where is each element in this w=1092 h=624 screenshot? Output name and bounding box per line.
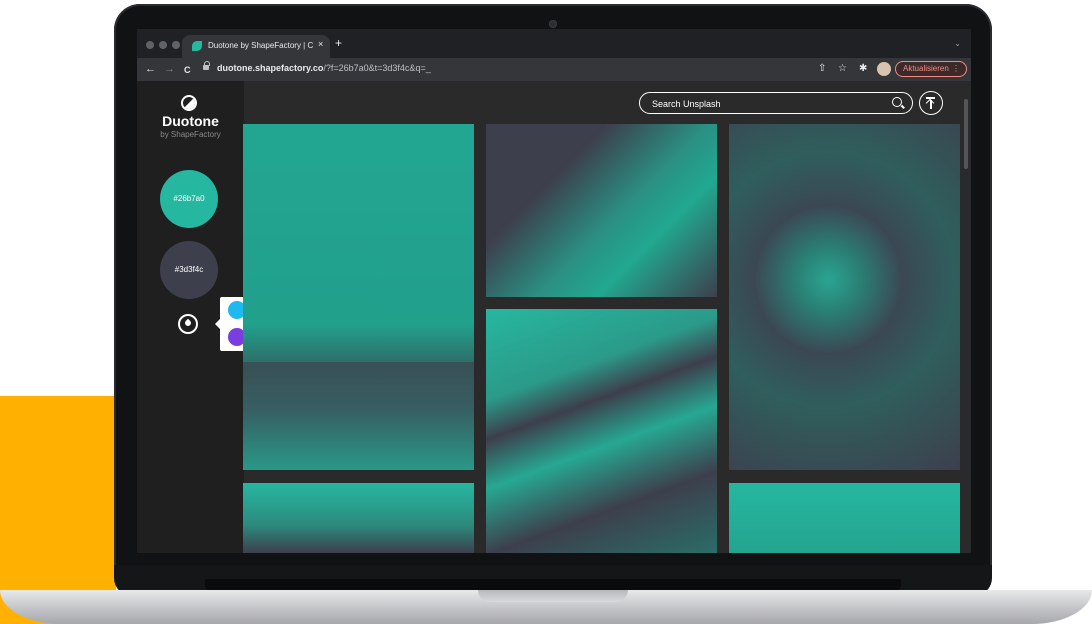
upload-button[interactable] — [919, 91, 943, 115]
lock-icon — [203, 61, 210, 71]
screen: Duotone by ShapeFactory | Cre × + ⌄ ← → … — [137, 29, 971, 553]
tab-close-icon[interactable]: × — [318, 39, 323, 49]
window-minimize-icon[interactable] — [159, 41, 167, 49]
new-tab-button[interactable]: + — [335, 37, 342, 49]
favicon-icon — [192, 41, 202, 51]
url-domain: duotone.shapefactory.co — [217, 63, 324, 73]
search-bar[interactable] — [639, 92, 913, 114]
photo-tile[interactable] — [243, 124, 474, 470]
browser-toolbar: ← → C duotone.shapefactory.co/?f=26b7a0&… — [137, 58, 971, 81]
photo-shade — [243, 362, 474, 470]
shadow-color-button[interactable]: #3d3f4c — [160, 241, 218, 299]
duotone-page: Duotone by ShapeFactory #26b7a0 #3d3f4c — [137, 81, 971, 553]
color-drop-icon[interactable] — [178, 314, 198, 334]
scrollbar[interactable] — [963, 81, 969, 553]
browser-tabbar: Duotone by ShapeFactory | Cre × + ⌄ — [137, 29, 971, 58]
app-title: Duotone — [162, 113, 219, 129]
search-input[interactable] — [650, 95, 884, 112]
tab-search-icon[interactable]: ⌄ — [954, 39, 961, 48]
update-button[interactable]: Aktualisieren ⋮ — [895, 61, 967, 77]
duotone-logo-icon — [181, 95, 197, 111]
photo-tile[interactable] — [486, 124, 717, 297]
search-icon[interactable] — [892, 97, 902, 107]
browser-tab[interactable]: Duotone by ShapeFactory | Cre × — [182, 35, 330, 58]
url-path: /?f=26b7a0&t=3d3f4c&q=_ — [323, 63, 431, 73]
back-button[interactable]: ← — [145, 62, 156, 76]
highlight-color-button[interactable]: #26b7a0 — [160, 170, 218, 228]
browser-menu-icon[interactable]: ⋮ — [952, 62, 960, 76]
bookmark-star-icon[interactable]: ☆ — [838, 63, 847, 75]
photo-tile[interactable] — [729, 483, 960, 553]
laptop-notch — [478, 590, 628, 602]
tab-title: Duotone by ShapeFactory | Cre — [208, 41, 313, 50]
address-bar[interactable]: duotone.shapefactory.co/?f=26b7a0&t=3d3f… — [203, 61, 811, 78]
window-maximize-icon[interactable] — [172, 41, 180, 49]
update-label: Aktualisieren — [903, 64, 949, 73]
extensions-puzzle-icon[interactable]: ✱ — [859, 63, 867, 75]
window-close-icon[interactable] — [146, 41, 154, 49]
photo-tile[interactable] — [243, 483, 474, 553]
reload-button[interactable]: C — [184, 63, 191, 77]
camera-icon — [549, 20, 557, 28]
scroll-thumb[interactable] — [964, 99, 968, 169]
photo-tile[interactable] — [486, 309, 717, 553]
url-text: duotone.shapefactory.co/?f=26b7a0&t=3d3f… — [217, 63, 431, 73]
forward-button[interactable]: → — [164, 62, 175, 76]
profile-avatar[interactable] — [877, 62, 891, 76]
share-icon[interactable]: ⇧ — [818, 63, 826, 75]
upload-arrow-icon — [925, 98, 935, 108]
photo-tile[interactable] — [729, 124, 960, 470]
app-subtitle: by ShapeFactory — [160, 130, 221, 139]
